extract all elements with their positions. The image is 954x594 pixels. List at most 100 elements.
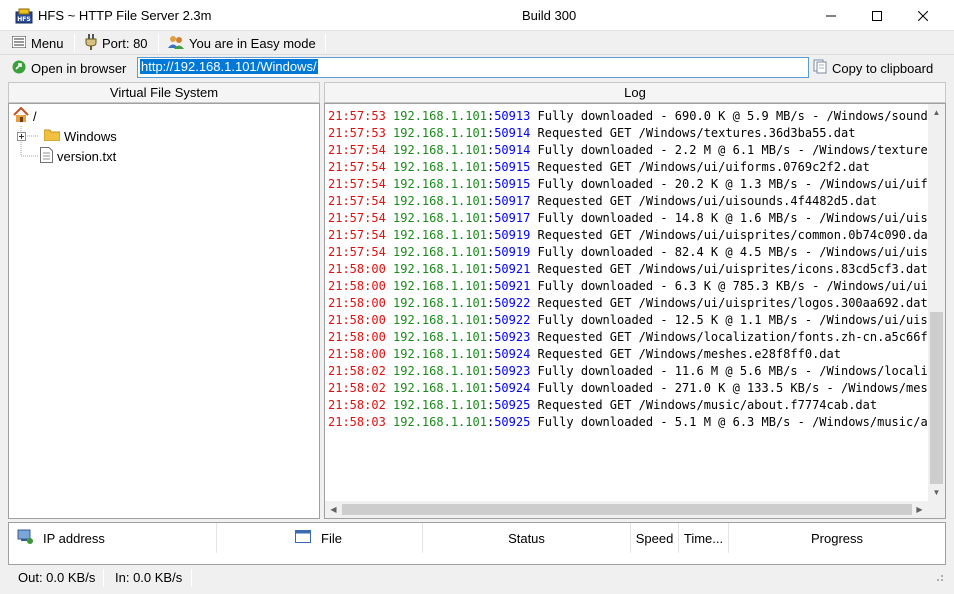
log-line: 21:58:03 192.168.1.101:50925 Fully downl…: [328, 414, 928, 431]
scroll-right-icon[interactable]: ▶: [911, 501, 928, 518]
clipboard-icon: [813, 59, 827, 77]
log-spacer: [386, 262, 393, 276]
log-line: 21:57:54 192.168.1.101:50915 Fully downl…: [328, 176, 928, 193]
log-horizontal-scrollbar[interactable]: ◀ ▶: [325, 501, 945, 518]
network-icon: [17, 529, 33, 547]
log-line: 21:58:02 192.168.1.101:50924 Fully downl…: [328, 380, 928, 397]
log-line: 21:57:54 192.168.1.101:50917 Fully downl…: [328, 210, 928, 227]
log-message: Fully downloaded - 2.2 M @ 6.1 MB/s - /W…: [530, 143, 928, 157]
expand-icon[interactable]: [17, 129, 26, 144]
log-message: Requested GET /Windows/meshes.e28f8ff0.d…: [530, 347, 841, 361]
vfs-item-version-txt[interactable]: version.txt: [40, 146, 116, 165]
log-vertical-scrollbar[interactable]: ▲ ▼: [928, 104, 945, 501]
log-ip: 192.168.1.101: [393, 381, 487, 395]
log-time: 21:58:02: [328, 398, 386, 412]
log-time: 21:57:54: [328, 143, 386, 157]
log-spacer: [386, 347, 393, 361]
log-ip: 192.168.1.101: [393, 364, 487, 378]
vfs-item-windows[interactable]: Windows: [17, 127, 117, 145]
log-spacer: [386, 364, 393, 378]
column-ip-address[interactable]: IP address: [9, 523, 217, 553]
log-line: 21:58:00 192.168.1.101:50924 Requested G…: [328, 346, 928, 363]
vfs-header: Virtual File System: [8, 82, 320, 103]
column-progress[interactable]: Progress: [729, 523, 945, 553]
column-label: Progress: [810, 530, 864, 546]
log-port: 50923: [494, 330, 531, 344]
log-panel[interactable]: 21:57:53 192.168.1.101:50913 Fully downl…: [324, 103, 946, 519]
log-port: 50913: [494, 109, 531, 123]
log-message: Fully downloaded - 6.3 K @ 785.3 KB/s - …: [530, 279, 928, 293]
in-speed: In: 0.0 KB/s: [115, 570, 183, 585]
column-label: File: [321, 530, 342, 546]
out-speed: Out: 0.0 KB/s: [18, 570, 96, 585]
log-time: 21:57:54: [328, 160, 386, 174]
log-horizontal-scroll-thumb[interactable]: [342, 504, 912, 515]
url-field[interactable]: http://192.168.1.101/Windows/: [137, 57, 809, 78]
log-ip: 192.168.1.101: [393, 398, 487, 412]
log-port: 50923: [494, 364, 531, 378]
status-divider: [103, 569, 104, 587]
log-ip: 192.168.1.101: [393, 296, 487, 310]
copy-to-clipboard-button[interactable]: Copy to clipboard: [813, 59, 933, 77]
scroll-left-icon[interactable]: ◀: [325, 501, 342, 518]
port-label: Port: 80: [102, 35, 148, 51]
open-in-browser-label: Open in browser: [31, 60, 127, 76]
connections-list[interactable]: IP address File Status Speed Time... Pro…: [8, 522, 946, 565]
log-line: 21:57:54 192.168.1.101:50919 Requested G…: [328, 227, 928, 244]
log-header: Log: [324, 82, 946, 103]
log-message: Requested GET /Windows/ui/uisprites/icon…: [530, 262, 928, 276]
resize-grip-icon[interactable]: [934, 570, 944, 585]
log-port: 50922: [494, 296, 531, 310]
menu-label: Menu: [31, 35, 64, 51]
mode-button[interactable]: You are in Easy mode: [168, 34, 316, 52]
log-line: 21:58:00 192.168.1.101:50922 Fully downl…: [328, 312, 928, 329]
main-toolbar: Menu Port: 80 You are in Easy mode: [0, 31, 954, 55]
close-button[interactable]: [900, 0, 946, 31]
log-port: 50914: [494, 143, 531, 157]
log-ip: 192.168.1.101: [393, 211, 487, 225]
log-port: 50914: [494, 126, 531, 140]
log-message: Fully downloaded - 20.2 K @ 1.3 MB/s - /…: [530, 177, 928, 191]
log-spacer: [386, 415, 393, 429]
column-status[interactable]: Status: [423, 523, 631, 553]
log-message: Requested GET /Windows/localization/font…: [530, 330, 928, 344]
column-label: Status: [508, 530, 545, 546]
vfs-tree[interactable]: / Windows version.txt: [8, 103, 320, 519]
column-time[interactable]: Time...: [679, 523, 729, 553]
log-ip: 192.168.1.101: [393, 330, 487, 344]
scroll-up-icon[interactable]: ▲: [928, 104, 945, 121]
log-ip: 192.168.1.101: [393, 313, 487, 327]
log-time: 21:58:00: [328, 296, 386, 310]
column-file[interactable]: File: [217, 523, 423, 553]
minimize-button[interactable]: [808, 0, 854, 31]
log-line: 21:58:02 192.168.1.101:50925 Requested G…: [328, 397, 928, 414]
log-line: 21:57:53 192.168.1.101:50914 Requested G…: [328, 125, 928, 142]
log-time: 21:58:00: [328, 313, 386, 327]
column-speed[interactable]: Speed: [631, 523, 679, 553]
log-ip: 192.168.1.101: [393, 177, 487, 191]
log-message: Fully downloaded - 5.1 M @ 6.3 MB/s - /W…: [530, 415, 928, 429]
menu-icon: [11, 35, 27, 51]
log-spacer: [386, 143, 393, 157]
menu-button[interactable]: Menu: [11, 34, 64, 52]
status-divider: [191, 569, 192, 587]
maximize-button[interactable]: [854, 0, 900, 31]
log-ip: 192.168.1.101: [393, 279, 487, 293]
log-time: 21:57:54: [328, 245, 386, 259]
log-line: 21:58:02 192.168.1.101:50923 Fully downl…: [328, 363, 928, 380]
log-spacer: [386, 177, 393, 191]
url-text: http://192.168.1.101/Windows/: [140, 59, 318, 74]
scroll-down-icon[interactable]: ▼: [928, 484, 945, 501]
log-message: Requested GET /Windows/music/about.f7774…: [530, 398, 878, 412]
log-vertical-scroll-thumb[interactable]: [930, 312, 943, 484]
port-button[interactable]: Port: 80: [85, 33, 148, 52]
log-spacer: [386, 398, 393, 412]
log-line: 21:58:00 192.168.1.101:50921 Fully downl…: [328, 278, 928, 295]
log-port: 50925: [494, 398, 531, 412]
log-port: 50919: [494, 228, 531, 242]
log-line: 21:58:00 192.168.1.101:50922 Requested G…: [328, 295, 928, 312]
open-in-browser-button[interactable]: Open in browser: [12, 59, 126, 77]
log-message: Fully downloaded - 14.8 K @ 1.6 MB/s - /…: [530, 211, 928, 225]
log-spacer: [386, 279, 393, 293]
log-time: 21:57:53: [328, 126, 386, 140]
